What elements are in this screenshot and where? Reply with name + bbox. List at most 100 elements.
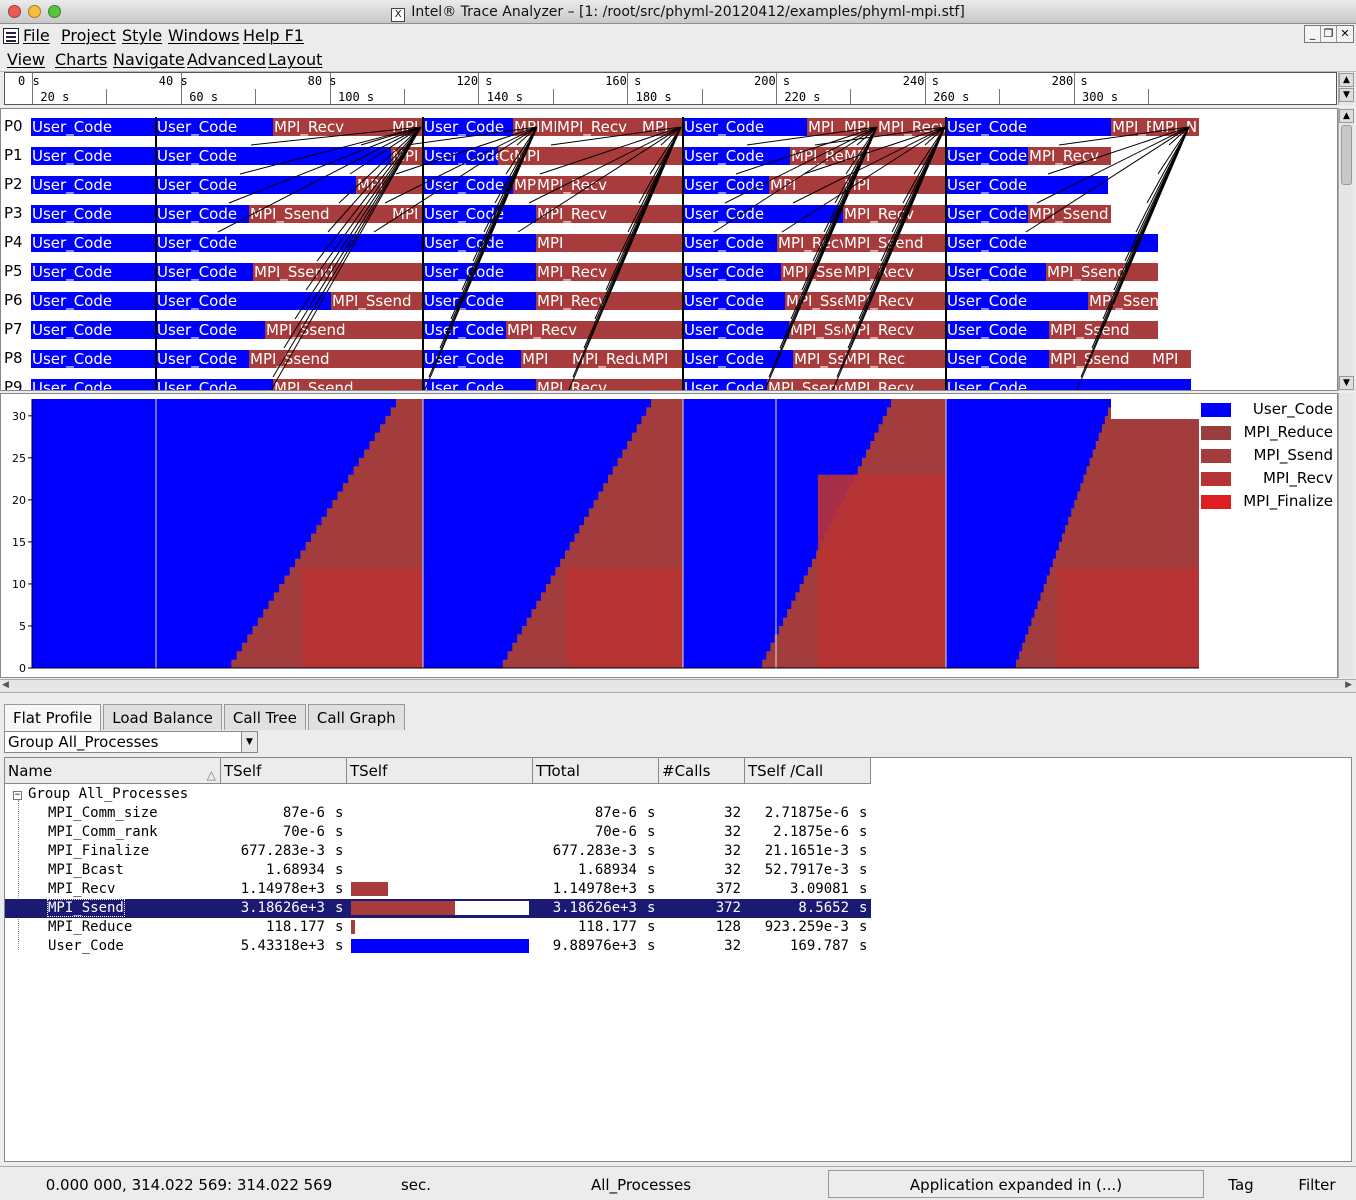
user-code-event[interactable]: User_Code [683, 350, 793, 368]
mpi-event[interactable]: MPI_Ssend [273, 379, 423, 390]
user-code-event[interactable]: User_Code [156, 379, 273, 390]
table-row[interactable]: User_Code 5.43318e+3 s 9.88976e+3 s 32 169.787… [5, 937, 871, 956]
mpi-event[interactable]: MPI_Recv [843, 205, 946, 223]
user-code-event[interactable]: User_Code [423, 176, 513, 194]
mpi-event[interactable]: MPI [843, 147, 946, 165]
process-label[interactable]: P5 [4, 262, 23, 280]
mpi-event[interactable]: MPI [391, 118, 423, 136]
mpi-event[interactable]: MPI_Ssend [1028, 205, 1111, 223]
mpi-event[interactable]: MPI_Recv [273, 118, 391, 136]
mpi-event[interactable]: MPI_Ssend [249, 350, 423, 368]
user-code-event[interactable]: User_Code [31, 205, 156, 223]
table-row[interactable]: MPI_Finalize 677.283e-3 s 677.283e-3 s 32 21.1… [5, 842, 871, 861]
user-code-event[interactable]: User_Code [946, 263, 1046, 281]
dropdown-arrow-icon[interactable]: ▼ [241, 732, 257, 752]
mpi-event[interactable]: MPI_Recv [843, 263, 946, 281]
user-code-event[interactable]: User_Code [946, 118, 1111, 136]
user-code-event[interactable]: User_Code [156, 118, 273, 136]
mpi-event[interactable]: MPI_Ssend [843, 234, 946, 252]
mpi-event[interactable]: Code [498, 147, 513, 165]
user-code-event[interactable]: User_Code [946, 176, 1108, 194]
mpi-event[interactable]: MPI_Ssend [781, 263, 843, 281]
mpi-event[interactable]: MPI_Recv [536, 263, 683, 281]
mpi-event[interactable]: MPI_Recv [536, 379, 683, 390]
mpi-event[interactable]: MPI_Recv [556, 118, 641, 136]
mpi-event[interactable]: MPI [641, 350, 683, 368]
user-code-event[interactable]: User_Code [423, 205, 536, 223]
user-code-event[interactable]: User_Code [156, 176, 356, 194]
user-code-event[interactable]: User_Code [423, 379, 536, 390]
group-select[interactable]: Group All_Processes ▼ [4, 731, 258, 753]
user-code-event[interactable]: User_Code [31, 350, 156, 368]
user-code-event[interactable]: User_Code [31, 321, 156, 339]
scroll-thumb[interactable] [1341, 125, 1352, 185]
mpi-event[interactable]: MPI_Ssend [265, 321, 423, 339]
menu-layout[interactable]: Layout [268, 50, 322, 69]
table-row[interactable]: MPI_Comm_rank 70e-6 s 70e-6 s 32 2.1875e-6 s [5, 823, 871, 842]
user-code-event[interactable]: User_Code [31, 118, 156, 136]
user-code-event[interactable]: User_Code [423, 263, 536, 281]
table-row[interactable]: MPI_Recv 1.14978e+3 s 1.14978e+3 s 372 3.09081… [5, 880, 871, 899]
col-header-tself-per-call[interactable]: TSelf /Call [745, 758, 871, 784]
user-code-event[interactable]: User_Code [946, 379, 1191, 390]
process-label[interactable]: P1 [4, 146, 23, 164]
user-code-event[interactable]: User_Code [946, 147, 1028, 165]
mpi-event[interactable]: MPI_N [1151, 118, 1199, 136]
mpi-event[interactable]: MPI [769, 176, 843, 194]
mpi-event[interactable]: MPI_Ssend [331, 292, 423, 310]
mpi-event[interactable]: MPI_Ssend [793, 350, 843, 368]
mpi-event[interactable]: MPI [356, 176, 423, 194]
col-header-calls[interactable]: #Calls [659, 758, 745, 784]
ruler-scrollbar[interactable]: ▲ ▼ [1338, 72, 1354, 105]
user-code-event[interactable]: User_Code [683, 379, 767, 390]
user-code-event[interactable]: User_Code [31, 263, 156, 281]
menu-file[interactable]: File [23, 26, 50, 45]
horizontal-scrollbar[interactable]: ◀ ▶ [0, 679, 1356, 693]
col-header-tself[interactable]: TSelf [221, 758, 347, 784]
mpi-event[interactable]: MPI [641, 118, 683, 136]
child-minimize-icon[interactable]: _ [1305, 26, 1321, 42]
user-code-event[interactable]: User_Code [156, 205, 249, 223]
process-label[interactable]: P0 [4, 117, 23, 135]
user-code-event[interactable]: User_Code [683, 205, 843, 223]
user-code-event[interactable]: User_Code [946, 321, 1049, 339]
mpi-event[interactable]: MPI_Rec [843, 350, 946, 368]
user-code-event[interactable]: User_Code [423, 118, 513, 136]
event-timeline[interactable]: P0 User_Code User_Code MPI_Recv MPI User_Code… [0, 108, 1338, 391]
process-label[interactable]: P3 [4, 204, 23, 222]
mpi-event[interactable]: MPI_Recv [536, 176, 683, 194]
mpi-event[interactable]: MPI_Recv [843, 379, 946, 390]
table-row[interactable]: MPI_Bcast 1.68934 s 1.68934 s 32 52.7917e-3 s [5, 861, 871, 880]
child-close-icon[interactable]: ✕ [1337, 26, 1353, 42]
mpi-event[interactable]: MPI [391, 205, 423, 223]
user-code-event[interactable]: User_Code [31, 234, 156, 252]
table-row[interactable]: MPI_Comm_size 87e-6 s 87e-6 s 32 2.71875e-6 s [5, 804, 871, 823]
user-code-event[interactable]: User_Code [423, 321, 506, 339]
user-code-event[interactable]: User_Code [683, 147, 790, 165]
user-code-event[interactable]: User_Code [31, 147, 156, 165]
mpi-event[interactable]: MPI_R [1111, 118, 1151, 136]
menu-style[interactable]: Style [122, 26, 162, 45]
tab-load-balance[interactable]: Load Balance [103, 704, 222, 730]
mpi-event[interactable]: MPI_Recv [536, 292, 683, 310]
process-label[interactable]: P6 [4, 291, 23, 309]
timeline-scrollbar[interactable]: ▲ ▼ [1338, 108, 1354, 391]
user-code-event[interactable]: User_Code [683, 118, 807, 136]
col-header-ttotal[interactable]: TTotal [533, 758, 659, 784]
user-code-event[interactable]: User_Code [423, 350, 521, 368]
mpi-event[interactable]: MPI_Ssend [253, 263, 423, 281]
user-code-event[interactable]: User_Code [423, 147, 498, 165]
tree-root[interactable]: − Group All_Processes [13, 786, 188, 802]
mpi-event[interactable]: MPI [391, 147, 423, 165]
user-code-event[interactable]: User_Code [31, 379, 156, 390]
user-code-event[interactable]: User_Code [683, 292, 785, 310]
tab-call-graph[interactable]: Call Graph [307, 704, 405, 730]
table-row[interactable]: MPI_Reduce 118.177 s 118.177 s 128 923.259e-3 s [5, 918, 871, 937]
menu-navigate[interactable]: Navigate [113, 50, 185, 69]
user-code-event[interactable]: User_Code [683, 176, 769, 194]
menu-windows[interactable]: Windows [168, 26, 239, 45]
chart-scrollbar[interactable] [1338, 393, 1354, 678]
mpi-event[interactable]: MPI_Ssend [1049, 350, 1151, 368]
quantitative-chart[interactable]: 0 5 10 15 20 25 30 User_Code MPI_Reduce MPI_Ss… [0, 393, 1338, 678]
mpi-event[interactable]: MPI_Recv [536, 205, 683, 223]
